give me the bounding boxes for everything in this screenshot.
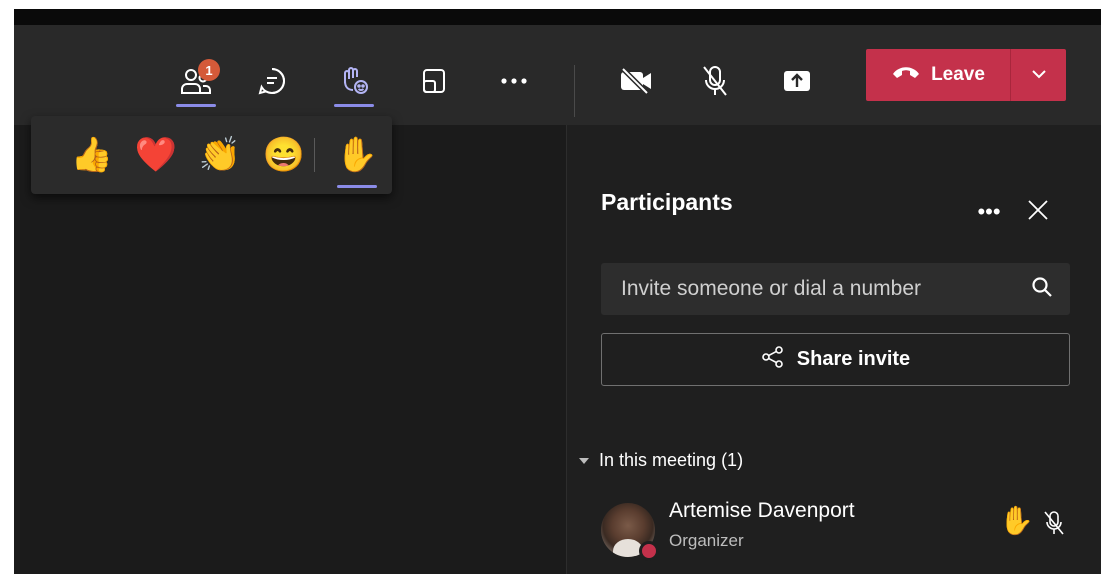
in-meeting-section-header[interactable]: In this meeting (1): [579, 450, 743, 471]
panel-title: Participants: [601, 189, 733, 215]
reactions-button[interactable]: [326, 53, 382, 109]
more-actions-button[interactable]: [486, 53, 542, 109]
participant-role: Organizer: [669, 531, 744, 550]
share-invite-label: Share invite: [796, 348, 911, 370]
leave-label: Leave: [931, 64, 985, 85]
caret-down-icon: [579, 457, 589, 464]
mic-off-icon: [699, 64, 731, 98]
section-label: In this meeting (1): [599, 450, 744, 470]
rooms-button[interactable]: [406, 53, 462, 109]
participant-row[interactable]: Artemise Davenport Organizer ✋: [601, 497, 1076, 561]
chevron-down-icon: [1031, 66, 1047, 84]
rooms-icon: [419, 66, 449, 96]
leave-options-button[interactable]: [1011, 49, 1066, 101]
share-tray-icon: [781, 67, 813, 95]
camera-off-icon: [618, 66, 654, 96]
phone-hangup-icon: [891, 64, 921, 86]
more-icon: [499, 77, 529, 85]
participants-count-badge: 1: [198, 59, 220, 81]
meeting-window: 1 Leave 👍 ❤️ 👏 😄 ✋ Participants ••• Invi…: [14, 9, 1101, 574]
mic-button[interactable]: [687, 53, 743, 109]
laugh-reaction-button[interactable]: 😄: [259, 130, 309, 180]
camera-button[interactable]: [608, 53, 664, 109]
heart-reaction-button[interactable]: ❤️: [131, 130, 181, 180]
close-icon: [1027, 199, 1049, 226]
active-indicator: [176, 104, 216, 107]
panel-more-button[interactable]: •••: [972, 195, 1006, 229]
chat-icon: [256, 65, 288, 97]
raise-hand-active-indicator: [337, 185, 377, 188]
reactions-divider: [314, 138, 315, 172]
participants-panel: Participants ••• Invite someone or dial …: [566, 125, 1101, 574]
busy-status-dot: [639, 541, 659, 561]
raised-hand-icon: ✋: [999, 505, 1034, 536]
invite-input[interactable]: [621, 277, 1014, 301]
like-reaction-button[interactable]: 👍: [67, 130, 117, 180]
panel-close-button[interactable]: [1021, 195, 1055, 229]
leave-button[interactable]: Leave: [866, 49, 1010, 101]
share-invite-button[interactable]: Share invite: [601, 333, 1070, 386]
participant-mic-off-icon: [1041, 509, 1067, 542]
reactions-tray: 👍 ❤️ 👏 😄 ✋: [31, 116, 392, 194]
title-strip: [14, 9, 1101, 25]
participants-button[interactable]: 1: [168, 53, 224, 109]
reactions-icon: [338, 65, 370, 97]
invite-search-box: [601, 263, 1070, 315]
toolbar-divider: [574, 65, 575, 117]
active-indicator: [334, 104, 374, 107]
invite-search-button[interactable]: [1014, 263, 1070, 315]
leave-control: Leave: [866, 49, 1066, 101]
search-icon: [1031, 276, 1053, 303]
participant-name: Artemise Davenport: [669, 499, 855, 522]
share-button[interactable]: [769, 53, 825, 109]
raise-hand-button[interactable]: ✋: [332, 130, 382, 180]
applause-reaction-button[interactable]: 👏: [195, 130, 245, 180]
meeting-toolbar: 1 Leave: [14, 25, 1101, 125]
share-icon: [761, 345, 785, 375]
chat-button[interactable]: [244, 53, 300, 109]
